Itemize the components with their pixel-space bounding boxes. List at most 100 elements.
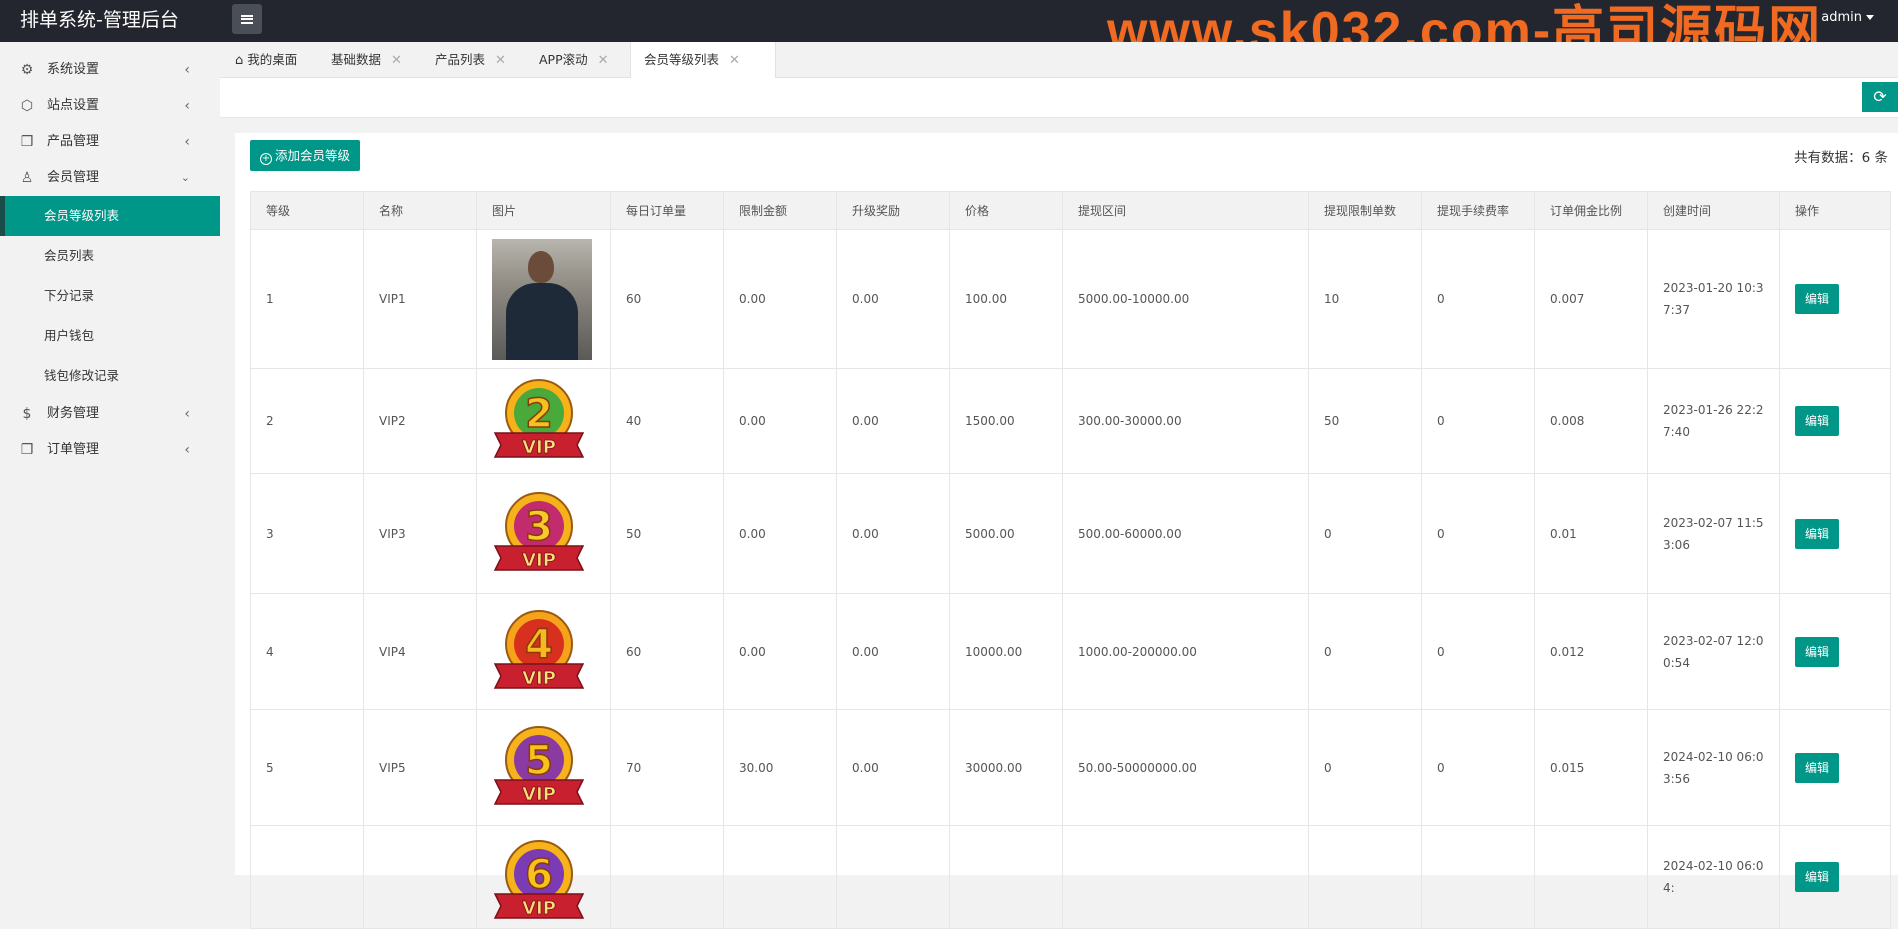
table-row: 1 VIP1 60 0.00 0.00 100.00 5000.00-10000.00 10 0… (250, 229, 1891, 369)
refresh-icon: ⟳ (1873, 87, 1887, 106)
sidebar-item-member-list[interactable]: 会员列表 (0, 236, 220, 276)
cell-price: 30000.00 (949, 709, 1063, 826)
cell-limit-count: 0 (1308, 709, 1422, 826)
cell-commission: 0.012 (1534, 593, 1648, 710)
sidebar-item-label: 站点设置 (47, 98, 100, 113)
cell-limit: 0.00 (723, 229, 837, 369)
top-bar: 排单系统-管理后台 www.sk032.com-高司源码网 admin (0, 0, 1898, 60)
chevron-left-icon: ‹ (184, 406, 190, 422)
cell-fee: 0 (1421, 593, 1535, 710)
edit-button[interactable]: 编辑 (1795, 406, 1839, 436)
cell-created: 2023-02-07 12:00:54 (1647, 593, 1780, 710)
sidebar-item-member-level-list[interactable]: 会员等级列表 (0, 196, 220, 236)
vip-3-badge: 3 VIP (489, 488, 589, 580)
sidebar-item-system-settings[interactable]: ⚙ 系统设置 ‹ (0, 52, 220, 88)
tab-label: 我的桌面 (247, 52, 298, 67)
tab-label: 产品列表 (435, 52, 486, 67)
close-icon[interactable]: ✕ (495, 53, 506, 68)
tab-basic-data[interactable]: 基础数据 ✕ (331, 42, 402, 78)
cell-range: 300.00-30000.00 (1062, 368, 1309, 474)
tab-product-list[interactable]: 产品列表 ✕ (435, 42, 506, 78)
refresh-button[interactable]: ⟳ (1862, 82, 1898, 112)
sidebar-item-product-management[interactable]: ❒ 产品管理 ‹ (0, 124, 220, 160)
column-header: 升级奖励 (836, 191, 950, 230)
cell-level: 4 (250, 593, 364, 710)
add-member-level-button[interactable]: + 添加会员等级 (250, 140, 361, 171)
close-icon[interactable]: ✕ (729, 53, 740, 68)
tab-label: 会员等级列表 (644, 52, 720, 67)
sidebar-item-label: 产品管理 (47, 134, 100, 149)
table-header-row: 等级 名称 图片 每日订单量 限制金额 升级奖励 价格 提现区间 提现限制单数 提现手续费率 订单佣… (250, 191, 1891, 230)
cell-reward (836, 825, 950, 929)
badge-number: 4 (525, 622, 553, 668)
sidebar-item-site-settings[interactable]: ⬡ 站点设置 ‹ (0, 88, 220, 124)
chevron-left-icon: ‹ (184, 442, 190, 458)
cell-created: 2023-01-20 10:37:37 (1647, 229, 1780, 369)
cell-limit (723, 825, 837, 929)
cell-name: VIP5 (363, 709, 477, 826)
edit-button[interactable]: 编辑 (1795, 752, 1839, 783)
cell-commission: 0.008 (1534, 368, 1648, 474)
cell-limit: 0.00 (723, 593, 837, 710)
column-header: 等级 (250, 191, 364, 230)
column-header: 创建时间 (1647, 191, 1780, 230)
sidebar-item-member-management[interactable]: ♙ 会员管理 ⌄ (0, 160, 220, 196)
cell-fee: 0 (1421, 709, 1535, 826)
sidebar: ⚙ 系统设置 ‹ ⬡ 站点设置 ‹ ❒ 产品管理 ‹ ♙ 会员管理 ⌄ 会员等级… (0, 42, 220, 875)
sidebar-item-withdraw-records[interactable]: 下分记录 (0, 276, 220, 316)
cell-price: 5000.00 (949, 473, 1063, 594)
close-icon[interactable]: ✕ (598, 53, 609, 68)
cell-daily (610, 825, 724, 929)
edit-button[interactable]: 编辑 (1795, 862, 1839, 892)
cell-fee: 0 (1421, 473, 1535, 594)
cell-level: 2 (250, 368, 364, 474)
menu-toggle-button[interactable] (232, 4, 262, 34)
tab-app-scroll[interactable]: APP滚动 ✕ (539, 42, 609, 78)
cell-actions: 编辑 (1779, 473, 1891, 594)
site-icon: ⬡ (20, 98, 34, 114)
tab-member-level-list[interactable]: 会员等级列表 ✕ (630, 42, 776, 79)
vip-6-badge: 6 VIP (489, 836, 589, 928)
cell-actions: 编辑 (1779, 593, 1891, 710)
cell-commission: 0.01 (1534, 473, 1648, 594)
user-menu[interactable]: admin (1821, 10, 1874, 25)
cell-created: 2024-02-10 06:03:56 (1647, 709, 1780, 826)
cell-daily: 40 (610, 368, 724, 474)
badge-number: 3 (525, 504, 553, 550)
badge-number: 5 (525, 738, 553, 784)
tab-bar: ⌂ 我的桌面 基础数据 ✕ 产品列表 ✕ APP滚动 ✕ 会员等级列表 ✕ (220, 42, 1898, 79)
cell-limit: 30.00 (723, 709, 837, 826)
cell-level: 5 (250, 709, 364, 826)
sidebar-item-wallet-records[interactable]: 钱包修改记录 (0, 356, 220, 396)
badge-vip-label: VIP (522, 784, 556, 805)
close-icon[interactable]: ✕ (391, 53, 402, 68)
vip-2-badge: 2 VIP (489, 375, 589, 467)
cell-image: 6 VIP (476, 825, 611, 929)
tab-label: APP滚动 (539, 52, 588, 67)
cell-limit-count: 50 (1308, 368, 1422, 474)
column-header: 名称 (363, 191, 477, 230)
edit-button[interactable]: 编辑 (1795, 284, 1839, 314)
sidebar-item-order-management[interactable]: ❒ 订单管理 ‹ (0, 432, 220, 468)
content-panel: + 添加会员等级 共有数据：6 条 等级 名称 图片 每日订单量 限制金额 升级奖励 价格 提现… (235, 133, 1898, 929)
sidebar-item-user-wallet[interactable]: 用户钱包 (0, 316, 220, 356)
tab-home[interactable]: ⌂ 我的桌面 (235, 42, 297, 78)
cell-price (949, 825, 1063, 929)
user-icon: ♙ (20, 170, 34, 186)
cell-reward: 0.00 (836, 368, 950, 474)
vip-5-badge: 5 VIP (489, 722, 589, 814)
edit-button[interactable]: 编辑 (1795, 518, 1839, 549)
cell-reward: 0.00 (836, 709, 950, 826)
sidebar-item-finance-management[interactable]: $ 财务管理 ‹ (0, 396, 220, 432)
home-icon: ⌂ (235, 53, 244, 68)
cell-actions: 编辑 (1779, 825, 1891, 929)
page-toolbar: ⟳ (220, 78, 1898, 118)
cell-image: 4 VIP (476, 593, 611, 710)
button-label: 添加会员等级 (275, 148, 351, 163)
cell-name: VIP2 (363, 368, 477, 474)
edit-button[interactable]: 编辑 (1795, 636, 1839, 667)
column-header: 订单佣金比例 (1534, 191, 1648, 230)
cell-name: VIP3 (363, 473, 477, 594)
cell-commission: 0.007 (1534, 229, 1648, 369)
cell-actions: 编辑 (1779, 368, 1891, 474)
